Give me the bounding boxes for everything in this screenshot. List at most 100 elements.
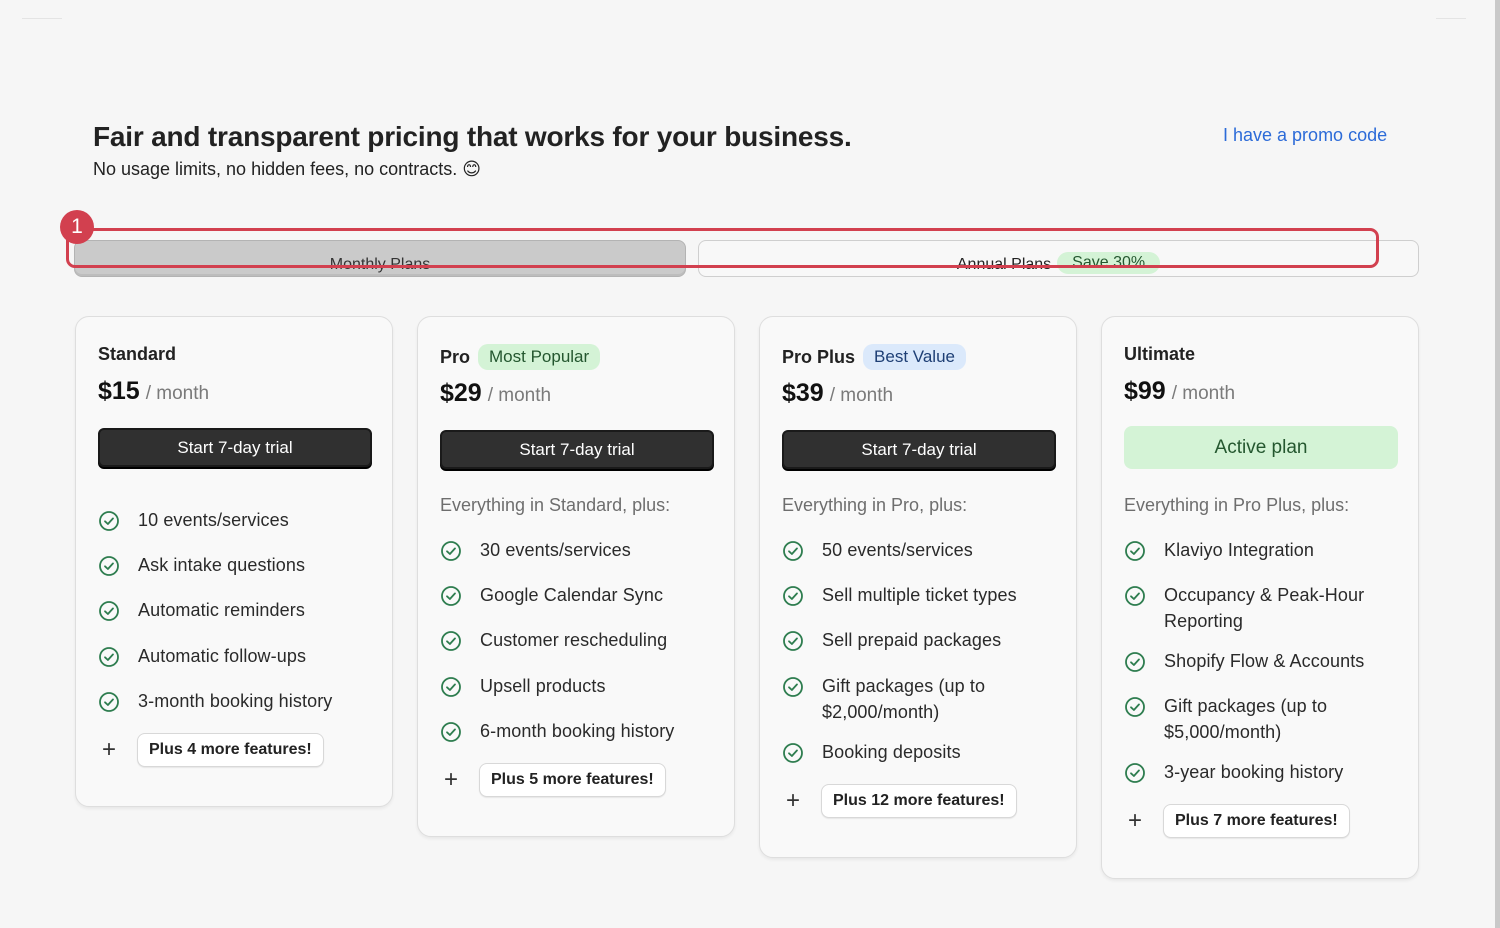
plan-name: Pro Most Popular <box>440 344 601 370</box>
check-circle-icon <box>1125 586 1145 606</box>
plan-intro: Everything in Pro, plus: <box>782 495 968 515</box>
feature-item: 3-month booking history <box>98 688 388 714</box>
check-circle-icon <box>441 541 461 561</box>
feature-item: 30 events/services <box>440 537 730 563</box>
check-circle-icon <box>1125 652 1145 672</box>
price-row: $15 / month <box>98 377 209 406</box>
plan-name-label: Ultimate <box>1124 344 1196 364</box>
price-row: $39 / month <box>782 379 893 408</box>
plan-price: $99 <box>1124 377 1166 405</box>
plan-name: Standard <box>98 344 176 365</box>
most-popular-badge: Most Popular <box>478 344 601 370</box>
plan-card-pro-plus: Pro Plus Best Value $39 / month Start 7-… <box>759 316 1077 858</box>
feature-text: 6-month booking history <box>480 721 675 741</box>
feature-text: Gift packages (up to $5,000/month) <box>1164 696 1328 742</box>
feature-item: Google Calendar Sync <box>440 582 730 608</box>
check-circle-icon <box>441 722 461 742</box>
feature-text: Gift packages (up to $2,000/month) <box>822 676 986 722</box>
monthly-plans-label: Monthly Plans <box>329 256 431 273</box>
page-title: Fair and transparent pricing that works … <box>93 121 852 152</box>
check-circle-icon <box>99 511 119 531</box>
best-value-badge: Best Value <box>863 344 966 370</box>
check-circle-icon <box>99 601 119 621</box>
check-circle-icon <box>1125 763 1145 783</box>
plan-name: Pro Plus Best Value <box>782 344 966 370</box>
feature-item: Ask intake questions <box>98 552 388 578</box>
page-subtitle: No usage limits, no hidden fees, no cont… <box>93 159 481 179</box>
plan-price: $29 <box>440 379 482 407</box>
plan-intro: Everything in Pro Plus, plus: <box>1124 495 1350 515</box>
check-circle-icon <box>99 556 119 576</box>
top-divider-left <box>22 18 62 19</box>
feature-text: Klaviyo Integration <box>1164 540 1314 560</box>
plan-intro: Everything in Standard, plus: <box>440 495 671 515</box>
active-plan-indicator: Active plan <box>1124 426 1398 469</box>
plus-icon: + <box>786 787 801 814</box>
start-trial-button[interactable]: Start 7-day trial <box>98 428 372 467</box>
feature-text: 3-year booking history <box>1164 762 1344 782</box>
feature-item: Occupancy & Peak-Hour Reporting <box>1124 582 1399 634</box>
plan-card-pro: Pro Most Popular $29 / month Start 7-day… <box>417 316 735 837</box>
top-divider-right <box>1436 18 1466 19</box>
check-circle-icon <box>783 743 803 763</box>
more-features-button[interactable]: Plus 5 more features! <box>479 763 666 797</box>
feature-item: Automatic reminders <box>98 597 388 623</box>
feature-text: Occupancy & Peak-Hour Reporting <box>1164 585 1365 631</box>
start-trial-button[interactable]: Start 7-day trial <box>440 430 714 469</box>
check-circle-icon <box>99 647 119 667</box>
plus-icon: + <box>444 766 459 793</box>
annual-plans-label: Annual Plans <box>956 256 1052 273</box>
feature-text: Shopify Flow & Accounts <box>1164 651 1365 671</box>
feature-item: Gift packages (up to $5,000/month) <box>1124 693 1364 745</box>
feature-item: Sell prepaid packages <box>782 627 1072 653</box>
feature-text: Sell prepaid packages <box>822 630 1002 650</box>
promo-code-link[interactable]: I have a promo code <box>1223 125 1387 146</box>
more-features-row: + Plus 7 more features! <box>1128 804 1350 838</box>
more-features-button[interactable]: Plus 7 more features! <box>1163 804 1350 838</box>
plan-name-label: Pro Plus <box>782 346 856 367</box>
feature-item: Gift packages (up to $2,000/month) <box>782 673 1022 725</box>
more-features-button[interactable]: Plus 12 more features! <box>821 784 1017 818</box>
check-circle-icon <box>441 631 461 651</box>
plan-period: / month <box>1171 383 1236 404</box>
check-circle-icon <box>1125 541 1145 561</box>
more-features-row: + Plus 5 more features! <box>444 763 666 797</box>
plan-name-label: Pro <box>440 346 471 367</box>
feature-text: 50 events/services <box>822 540 973 560</box>
monthly-plans-toggle[interactable]: Monthly Plans <box>74 240 686 277</box>
feature-text: Booking deposits <box>822 742 961 762</box>
feature-text: Automatic follow-ups <box>138 646 307 666</box>
plus-icon: + <box>1128 807 1143 834</box>
feature-text: 10 events/services <box>138 510 289 530</box>
more-features-button[interactable]: Plus 4 more features! <box>137 733 324 767</box>
feature-text: Customer rescheduling <box>480 630 668 650</box>
plan-name-label: Standard <box>98 344 177 364</box>
plan-price: $39 <box>782 379 824 407</box>
check-circle-icon <box>99 692 119 712</box>
feature-item: Sell multiple ticket types <box>782 582 1072 608</box>
check-circle-icon <box>783 541 803 561</box>
check-circle-icon <box>1125 697 1145 717</box>
plan-period: / month <box>487 385 552 406</box>
plan-card-standard: Standard $15 / month Start 7-day trial 1… <box>75 316 393 807</box>
feature-item: Klaviyo Integration <box>1124 537 1414 563</box>
price-row: $99 / month <box>1124 377 1235 406</box>
annual-plans-toggle[interactable]: Annual Plans Save 30% <box>698 240 1419 277</box>
feature-item: Booking deposits <box>782 739 1072 765</box>
plan-period: / month <box>829 385 894 406</box>
plus-icon: + <box>102 736 117 763</box>
check-circle-icon <box>783 631 803 651</box>
feature-text: Ask intake questions <box>138 555 306 575</box>
more-features-row: + Plus 12 more features! <box>786 784 1017 818</box>
feature-item: Upsell products <box>440 673 730 699</box>
annotation-marker: 1 <box>60 210 94 244</box>
check-circle-icon <box>783 677 803 697</box>
feature-item: Customer rescheduling <box>440 627 730 653</box>
feature-text: Google Calendar Sync <box>480 585 664 605</box>
plan-price: $15 <box>98 377 140 405</box>
feature-item: Automatic follow-ups <box>98 643 388 669</box>
start-trial-button[interactable]: Start 7-day trial <box>782 430 1056 469</box>
feature-item: 3-year booking history <box>1124 759 1414 785</box>
scrollbar[interactable] <box>1495 0 1500 928</box>
feature-text: 30 events/services <box>480 540 631 560</box>
